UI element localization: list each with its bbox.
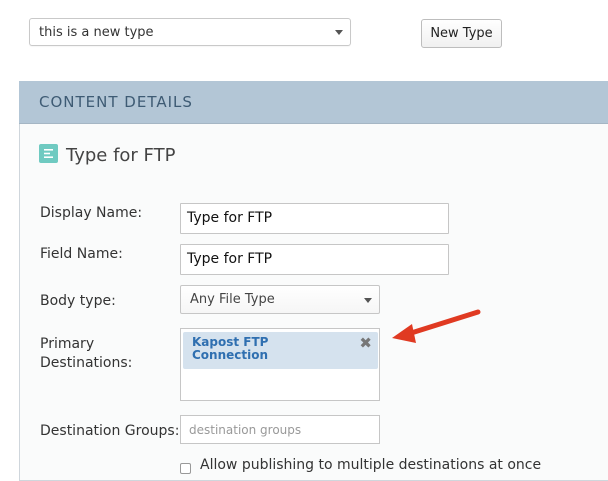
destination-groups-label: Destination Groups:: [40, 423, 180, 439]
body-type-value: Any File Type: [190, 292, 275, 307]
multi-publish-checkbox[interactable]: [180, 463, 191, 474]
destination-groups-field[interactable]: [180, 415, 380, 444]
destination-tag-line2: Connection: [192, 348, 269, 362]
field-name-label: Field Name:: [40, 246, 123, 262]
content-type-select[interactable]: this is a new type: [29, 18, 351, 46]
field-name-field[interactable]: Type for FTP: [180, 244, 449, 275]
destination-tag[interactable]: Kapost FTP Connection ✖: [183, 332, 378, 369]
list-icon: [39, 144, 58, 163]
section-title: Type for FTP: [66, 145, 176, 166]
display-name-label: Display Name:: [40, 205, 143, 221]
primary-destinations-label-line2: Destinations:: [40, 355, 133, 371]
annotation-arrow-icon: [392, 309, 481, 343]
new-type-button[interactable]: New Type: [421, 19, 502, 48]
multi-publish-label: Allow publishing to multiple destination…: [200, 457, 542, 473]
content-details-title: CONTENT DETAILS: [39, 93, 193, 111]
body-type-label: Body type:: [40, 293, 116, 309]
destination-groups-input[interactable]: [187, 422, 376, 438]
primary-destinations-label-line1: Primary: [40, 336, 95, 352]
display-name-field[interactable]: Type for FTP: [180, 203, 449, 234]
chevron-down-icon: [364, 298, 372, 303]
content-details-header: CONTENT DETAILS: [19, 81, 608, 124]
content-type-select-value: this is a new type: [39, 25, 154, 40]
remove-destination-icon[interactable]: ✖: [359, 334, 372, 352]
chevron-down-icon: [335, 30, 343, 35]
body-type-select[interactable]: Any File Type: [180, 285, 380, 314]
